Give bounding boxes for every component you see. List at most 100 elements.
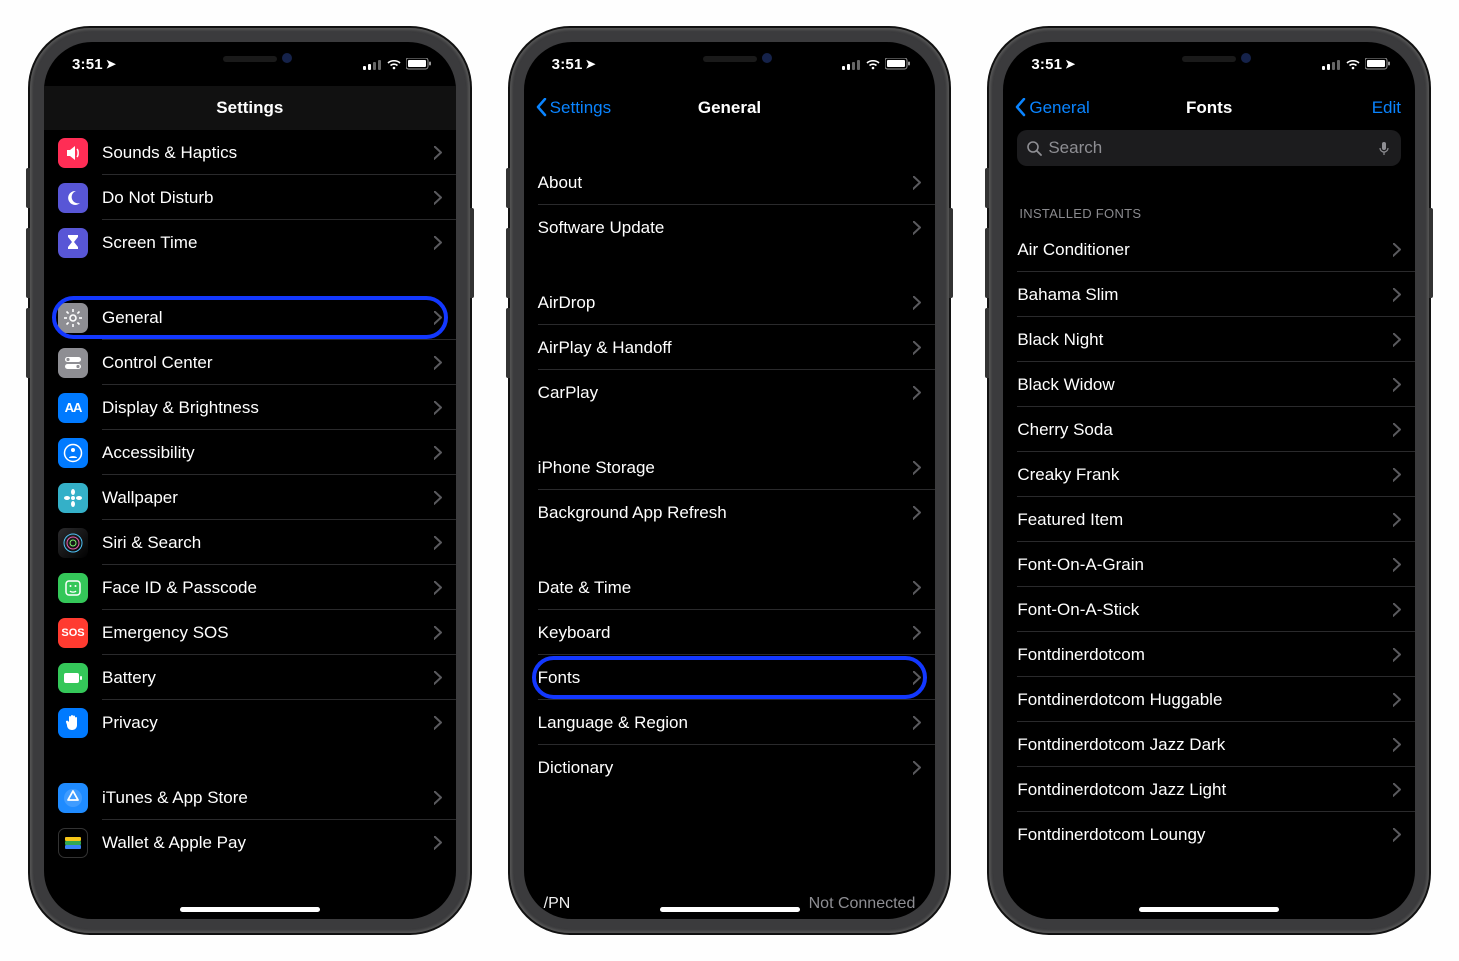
settings-row[interactable]: Screen Time bbox=[44, 220, 456, 265]
chevron-right-icon bbox=[1393, 423, 1401, 437]
row-label: iTunes & App Store bbox=[102, 788, 420, 808]
home-indicator[interactable] bbox=[660, 907, 800, 912]
row-label: Battery bbox=[102, 668, 420, 688]
row-label: Siri & Search bbox=[102, 533, 420, 553]
search-input[interactable] bbox=[1048, 138, 1371, 158]
back-button[interactable]: Settings bbox=[532, 86, 615, 130]
settings-row[interactable]: Battery bbox=[44, 655, 456, 700]
font-row[interactable]: Black Widow bbox=[1003, 362, 1415, 407]
settings-row[interactable]: Language & Region bbox=[524, 700, 936, 745]
chevron-right-icon bbox=[434, 626, 442, 640]
search-bar[interactable] bbox=[1017, 130, 1401, 166]
back-label: General bbox=[1029, 98, 1089, 118]
settings-row[interactable]: Privacy bbox=[44, 700, 456, 745]
cell-signal-icon bbox=[1322, 58, 1341, 70]
font-row[interactable]: Fontdinerdotcom Loungy bbox=[1003, 812, 1415, 857]
chevron-right-icon bbox=[434, 191, 442, 205]
chevron-right-icon bbox=[913, 221, 921, 235]
home-indicator[interactable] bbox=[180, 907, 320, 912]
home-indicator[interactable] bbox=[1139, 907, 1279, 912]
page-title: General bbox=[698, 98, 761, 118]
appstore-icon bbox=[58, 783, 88, 813]
settings-row[interactable]: Sounds & Haptics bbox=[44, 130, 456, 175]
chevron-right-icon bbox=[913, 176, 921, 190]
chevron-right-icon bbox=[913, 761, 921, 775]
chevron-right-icon bbox=[913, 461, 921, 475]
chevron-right-icon bbox=[913, 341, 921, 355]
font-row[interactable]: Fontdinerdotcom Huggable bbox=[1003, 677, 1415, 722]
chevron-right-icon bbox=[913, 671, 921, 685]
chevron-right-icon bbox=[1393, 558, 1401, 572]
font-row[interactable]: Fontdinerdotcom Jazz Light bbox=[1003, 767, 1415, 812]
settings-row[interactable]: About bbox=[524, 160, 936, 205]
chevron-right-icon bbox=[1393, 603, 1401, 617]
settings-row[interactable]: Face ID & Passcode bbox=[44, 565, 456, 610]
chevron-right-icon bbox=[434, 716, 442, 730]
chevron-right-icon bbox=[1393, 693, 1401, 707]
row-label: Accessibility bbox=[102, 443, 420, 463]
chevron-right-icon bbox=[913, 581, 921, 595]
hourglass-icon bbox=[58, 228, 88, 258]
font-name: Bahama Slim bbox=[1017, 285, 1379, 305]
row-label: Software Update bbox=[538, 218, 900, 238]
settings-row[interactable]: iPhone Storage bbox=[524, 445, 936, 490]
settings-row[interactable]: General bbox=[44, 295, 456, 340]
search-icon bbox=[1027, 141, 1042, 156]
chevron-right-icon bbox=[913, 716, 921, 730]
chevron-right-icon bbox=[1393, 828, 1401, 842]
settings-row[interactable]: Dictionary bbox=[524, 745, 936, 790]
settings-row[interactable]: Keyboard bbox=[524, 610, 936, 655]
font-row[interactable]: Black Night bbox=[1003, 317, 1415, 362]
settings-row[interactable]: Wallpaper bbox=[44, 475, 456, 520]
font-row[interactable]: Fontdinerdotcom Jazz Dark bbox=[1003, 722, 1415, 767]
settings-row[interactable]: Siri & Search bbox=[44, 520, 456, 565]
back-button[interactable]: General bbox=[1011, 86, 1093, 130]
row-label: Fonts bbox=[538, 668, 900, 688]
battery-icon bbox=[58, 663, 88, 693]
settings-row[interactable]: Do Not Disturb bbox=[44, 175, 456, 220]
edit-button[interactable]: Edit bbox=[1372, 86, 1401, 130]
chevron-right-icon bbox=[434, 491, 442, 505]
settings-row[interactable]: iTunes & App Store bbox=[44, 775, 456, 820]
settings-row[interactable]: AirDrop bbox=[524, 280, 936, 325]
settings-row[interactable]: Control Center bbox=[44, 340, 456, 385]
font-row[interactable]: Font-On-A-Grain bbox=[1003, 542, 1415, 587]
row-label: Wallet & Apple Pay bbox=[102, 833, 420, 853]
chevron-right-icon bbox=[434, 671, 442, 685]
chevron-right-icon bbox=[1393, 468, 1401, 482]
face-icon bbox=[58, 573, 88, 603]
font-name: Fontdinerdotcom Jazz Light bbox=[1017, 780, 1379, 800]
font-name: Font-On-A-Stick bbox=[1017, 600, 1379, 620]
settings-row[interactable]: Background App Refresh bbox=[524, 490, 936, 535]
row-label: Sounds & Haptics bbox=[102, 143, 420, 163]
chevron-right-icon bbox=[434, 446, 442, 460]
settings-row[interactable]: CarPlay bbox=[524, 370, 936, 415]
settings-row[interactable]: Wallet & Apple Pay bbox=[44, 820, 456, 865]
settings-row[interactable]: Fonts bbox=[524, 655, 936, 700]
chevron-right-icon bbox=[1393, 243, 1401, 257]
settings-row[interactable]: AirPlay & Handoff bbox=[524, 325, 936, 370]
font-name: Fontdinerdotcom Huggable bbox=[1017, 690, 1379, 710]
row-label: Do Not Disturb bbox=[102, 188, 420, 208]
settings-row[interactable]: Software Update bbox=[524, 205, 936, 250]
font-row[interactable]: Bahama Slim bbox=[1003, 272, 1415, 317]
chevron-right-icon bbox=[1393, 513, 1401, 527]
font-row[interactable]: Cherry Soda bbox=[1003, 407, 1415, 452]
mic-icon[interactable] bbox=[1377, 141, 1391, 156]
wifi-icon bbox=[1346, 59, 1360, 70]
chevron-right-icon bbox=[913, 506, 921, 520]
font-row[interactable]: Font-On-A-Stick bbox=[1003, 587, 1415, 632]
back-label: Settings bbox=[550, 98, 611, 118]
settings-row[interactable]: Accessibility bbox=[44, 430, 456, 475]
font-row[interactable]: Featured Item bbox=[1003, 497, 1415, 542]
font-name: Fontdinerdotcom Loungy bbox=[1017, 825, 1379, 845]
row-label: Face ID & Passcode bbox=[102, 578, 420, 598]
settings-row[interactable]: Date & Time bbox=[524, 565, 936, 610]
font-row[interactable]: Fontdinerdotcom bbox=[1003, 632, 1415, 677]
cell-signal-icon bbox=[363, 58, 382, 70]
font-row[interactable]: Air Conditioner bbox=[1003, 227, 1415, 272]
font-row[interactable]: Creaky Frank bbox=[1003, 452, 1415, 497]
chevron-right-icon bbox=[1393, 648, 1401, 662]
settings-row[interactable]: AA Display & Brightness bbox=[44, 385, 456, 430]
settings-row[interactable]: SOS Emergency SOS bbox=[44, 610, 456, 655]
